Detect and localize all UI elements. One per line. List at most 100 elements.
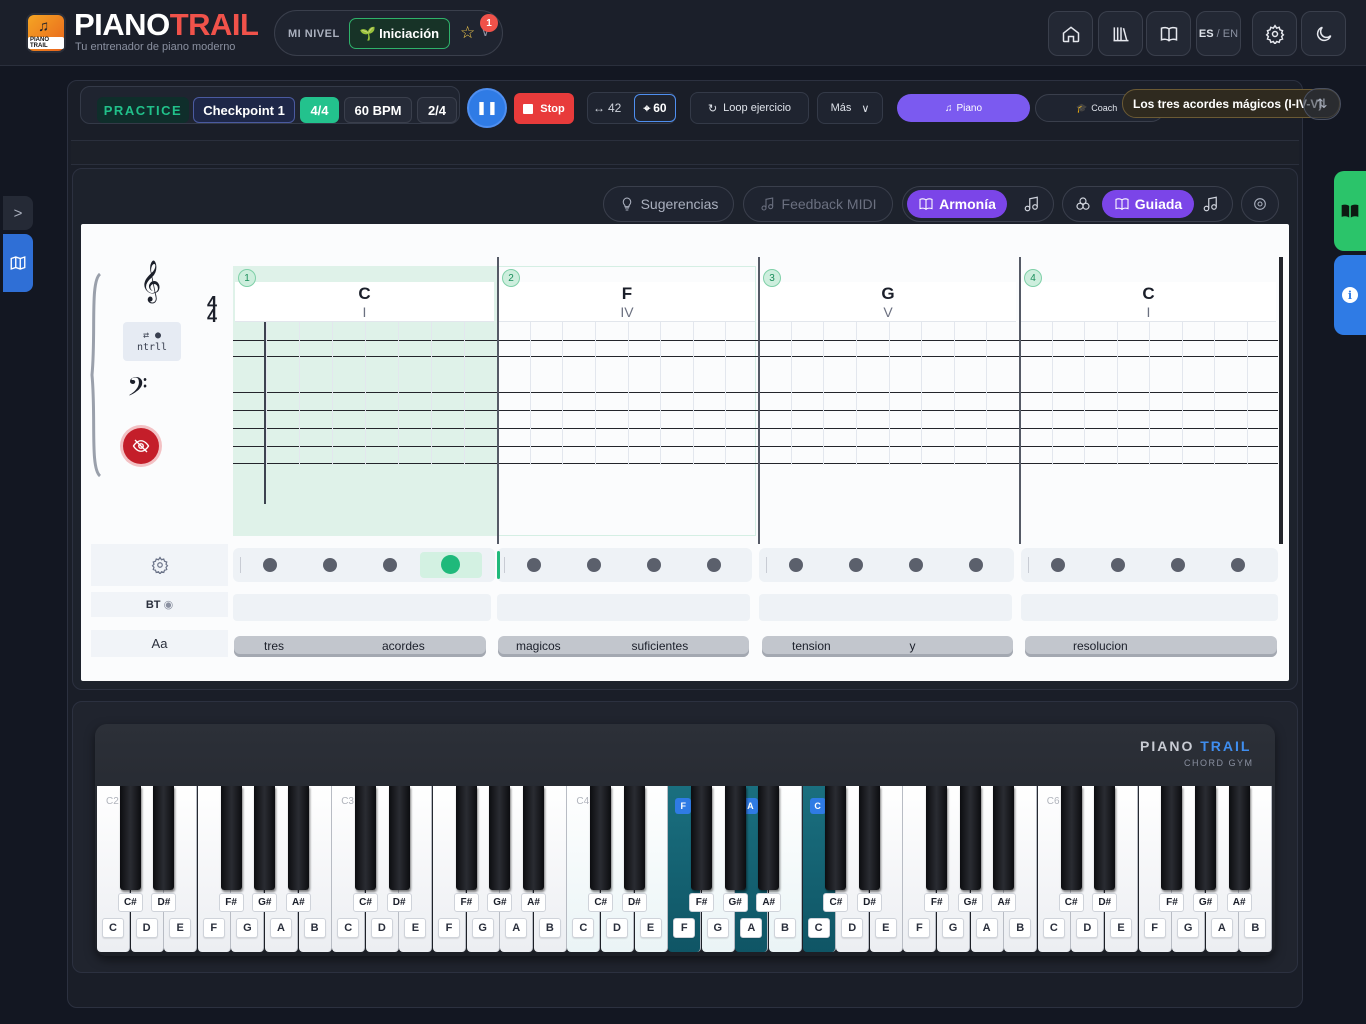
beat-dot[interactable] (849, 558, 863, 572)
measure-number[interactable]: 1 (238, 269, 256, 287)
lyric-bar[interactable]: magicos suficientes (498, 636, 749, 657)
final-barline (1279, 257, 1283, 544)
black-key[interactable]: D# (151, 786, 177, 912)
book-open-icon (1341, 204, 1359, 218)
beat-dot[interactable] (789, 558, 803, 572)
beat-dot[interactable] (587, 558, 601, 572)
beat-dot[interactable] (909, 558, 923, 572)
checkpoint-badge[interactable]: Checkpoint 1 (193, 97, 295, 123)
music-note-icon[interactable] (1202, 195, 1220, 218)
beat-dot[interactable] (323, 558, 337, 572)
bt-row-label[interactable]: BT ◉ (91, 592, 228, 617)
black-key[interactable]: C# (353, 786, 379, 912)
suggestions-chip[interactable]: Sugerencias (603, 186, 734, 222)
black-key[interactable]: G# (957, 786, 983, 912)
theme-button[interactable] (1301, 11, 1346, 56)
black-key-label: F# (1159, 893, 1185, 912)
info-tab[interactable]: i (1334, 255, 1366, 335)
library-button[interactable] (1098, 11, 1143, 56)
settings-button[interactable] (1252, 11, 1297, 56)
beat-gridline (266, 322, 267, 465)
bt-cell[interactable] (233, 594, 491, 621)
beat-dot[interactable] (969, 558, 983, 572)
chord-symbol[interactable]: F IV (499, 282, 755, 322)
beat-dot[interactable] (1051, 558, 1065, 572)
lesson-book-tab[interactable] (1334, 171, 1366, 251)
beat-dot-active[interactable] (441, 555, 460, 574)
black-key[interactable]: A# (285, 786, 311, 912)
guided-toggle[interactable]: Guiada (1102, 190, 1194, 218)
hand-control-toggle[interactable]: ⇄ ● ntrll (123, 322, 181, 361)
language-toggle[interactable]: ES / EN (1196, 11, 1241, 56)
bt-cell[interactable] (759, 594, 1012, 621)
bpm-badge[interactable]: 60 BPM (344, 97, 412, 123)
beat-settings-button[interactable] (91, 544, 228, 586)
beat-dot[interactable] (383, 558, 397, 572)
black-key[interactable]: D# (1092, 786, 1118, 912)
map-button[interactable] (3, 234, 33, 292)
black-key[interactable]: A# (991, 786, 1017, 912)
black-key[interactable]: F# (689, 786, 715, 912)
black-key[interactable]: F# (1159, 786, 1185, 912)
pause-button[interactable]: ❚❚ (467, 88, 507, 128)
target-control[interactable]: ⌖ 60 (634, 94, 676, 122)
beat-dot[interactable] (1171, 558, 1185, 572)
loop-exercise-button[interactable]: ↻ Loop ejercicio (690, 92, 809, 124)
music-note-icon[interactable] (1023, 195, 1041, 218)
black-key[interactable]: C# (823, 786, 849, 912)
black-key[interactable]: D# (857, 786, 883, 912)
chord-symbol[interactable]: CI (1021, 282, 1276, 322)
beat-dot[interactable] (707, 558, 721, 572)
score-settings-button[interactable] (1241, 186, 1279, 222)
hide-notes-button[interactable] (123, 428, 159, 464)
black-key[interactable]: G# (487, 786, 513, 912)
black-key-label: F# (218, 893, 244, 912)
measure-number[interactable]: 3 (763, 269, 781, 287)
beat-dot[interactable] (647, 558, 661, 572)
expand-sidebar-button[interactable]: > (3, 196, 33, 230)
black-key[interactable]: F# (218, 786, 244, 912)
lyric-bar[interactable]: resolucion (1025, 636, 1277, 657)
bt-cell[interactable] (497, 594, 750, 621)
circles-icon[interactable] (1074, 195, 1092, 218)
more-dropdown[interactable]: Más ∨ (817, 92, 883, 124)
black-key[interactable]: A# (521, 786, 547, 912)
meter-badge[interactable]: 4/4 (300, 97, 339, 123)
lyric-bar[interactable]: tres acordes (234, 636, 486, 657)
black-key[interactable]: F# (924, 786, 950, 912)
black-key[interactable]: A# (756, 786, 782, 912)
beat-dot[interactable] (1231, 558, 1245, 572)
star-icon[interactable]: ☆ (460, 23, 475, 43)
black-key[interactable]: C# (588, 786, 614, 912)
beat-dot[interactable] (263, 558, 277, 572)
beat-dot[interactable] (1111, 558, 1125, 572)
chord-symbol[interactable]: GV (760, 282, 1016, 322)
piano-tab[interactable]: ♫ Piano (897, 94, 1030, 122)
black-key[interactable]: C# (117, 786, 143, 912)
measure-number[interactable]: 4 (1024, 269, 1042, 287)
collapse-icon[interactable]: ⇅ (1303, 88, 1341, 120)
harmony-toggle[interactable]: Armonía (907, 190, 1007, 218)
black-key[interactable]: F# (453, 786, 479, 912)
book-icon (919, 198, 933, 211)
white-key-label: D (606, 918, 628, 938)
black-key[interactable]: G# (252, 786, 278, 912)
app-logo[interactable]: ♫ PIANO TRAIL (26, 13, 66, 53)
midi-feedback-chip[interactable]: Feedback MIDI (743, 186, 893, 222)
width-control[interactable]: ↔ 42 (593, 101, 621, 115)
black-key[interactable]: D# (386, 786, 412, 912)
black-key[interactable]: D# (621, 786, 647, 912)
beat-dot[interactable] (527, 558, 541, 572)
black-key[interactable]: G# (1193, 786, 1219, 912)
level-chip[interactable]: 🌱 Iniciación (349, 18, 450, 49)
home-button[interactable] (1048, 11, 1093, 56)
lyric-bar[interactable]: tension y (762, 636, 1013, 657)
black-key[interactable]: A# (1226, 786, 1252, 912)
stop-button[interactable]: Stop (514, 93, 574, 124)
measure-number[interactable]: 2 (502, 269, 520, 287)
bt-cell[interactable] (1021, 594, 1278, 621)
black-key[interactable]: G# (722, 786, 748, 912)
chord-symbol[interactable]: CI (235, 282, 494, 322)
book-button[interactable] (1146, 11, 1191, 56)
black-key[interactable]: C# (1058, 786, 1084, 912)
